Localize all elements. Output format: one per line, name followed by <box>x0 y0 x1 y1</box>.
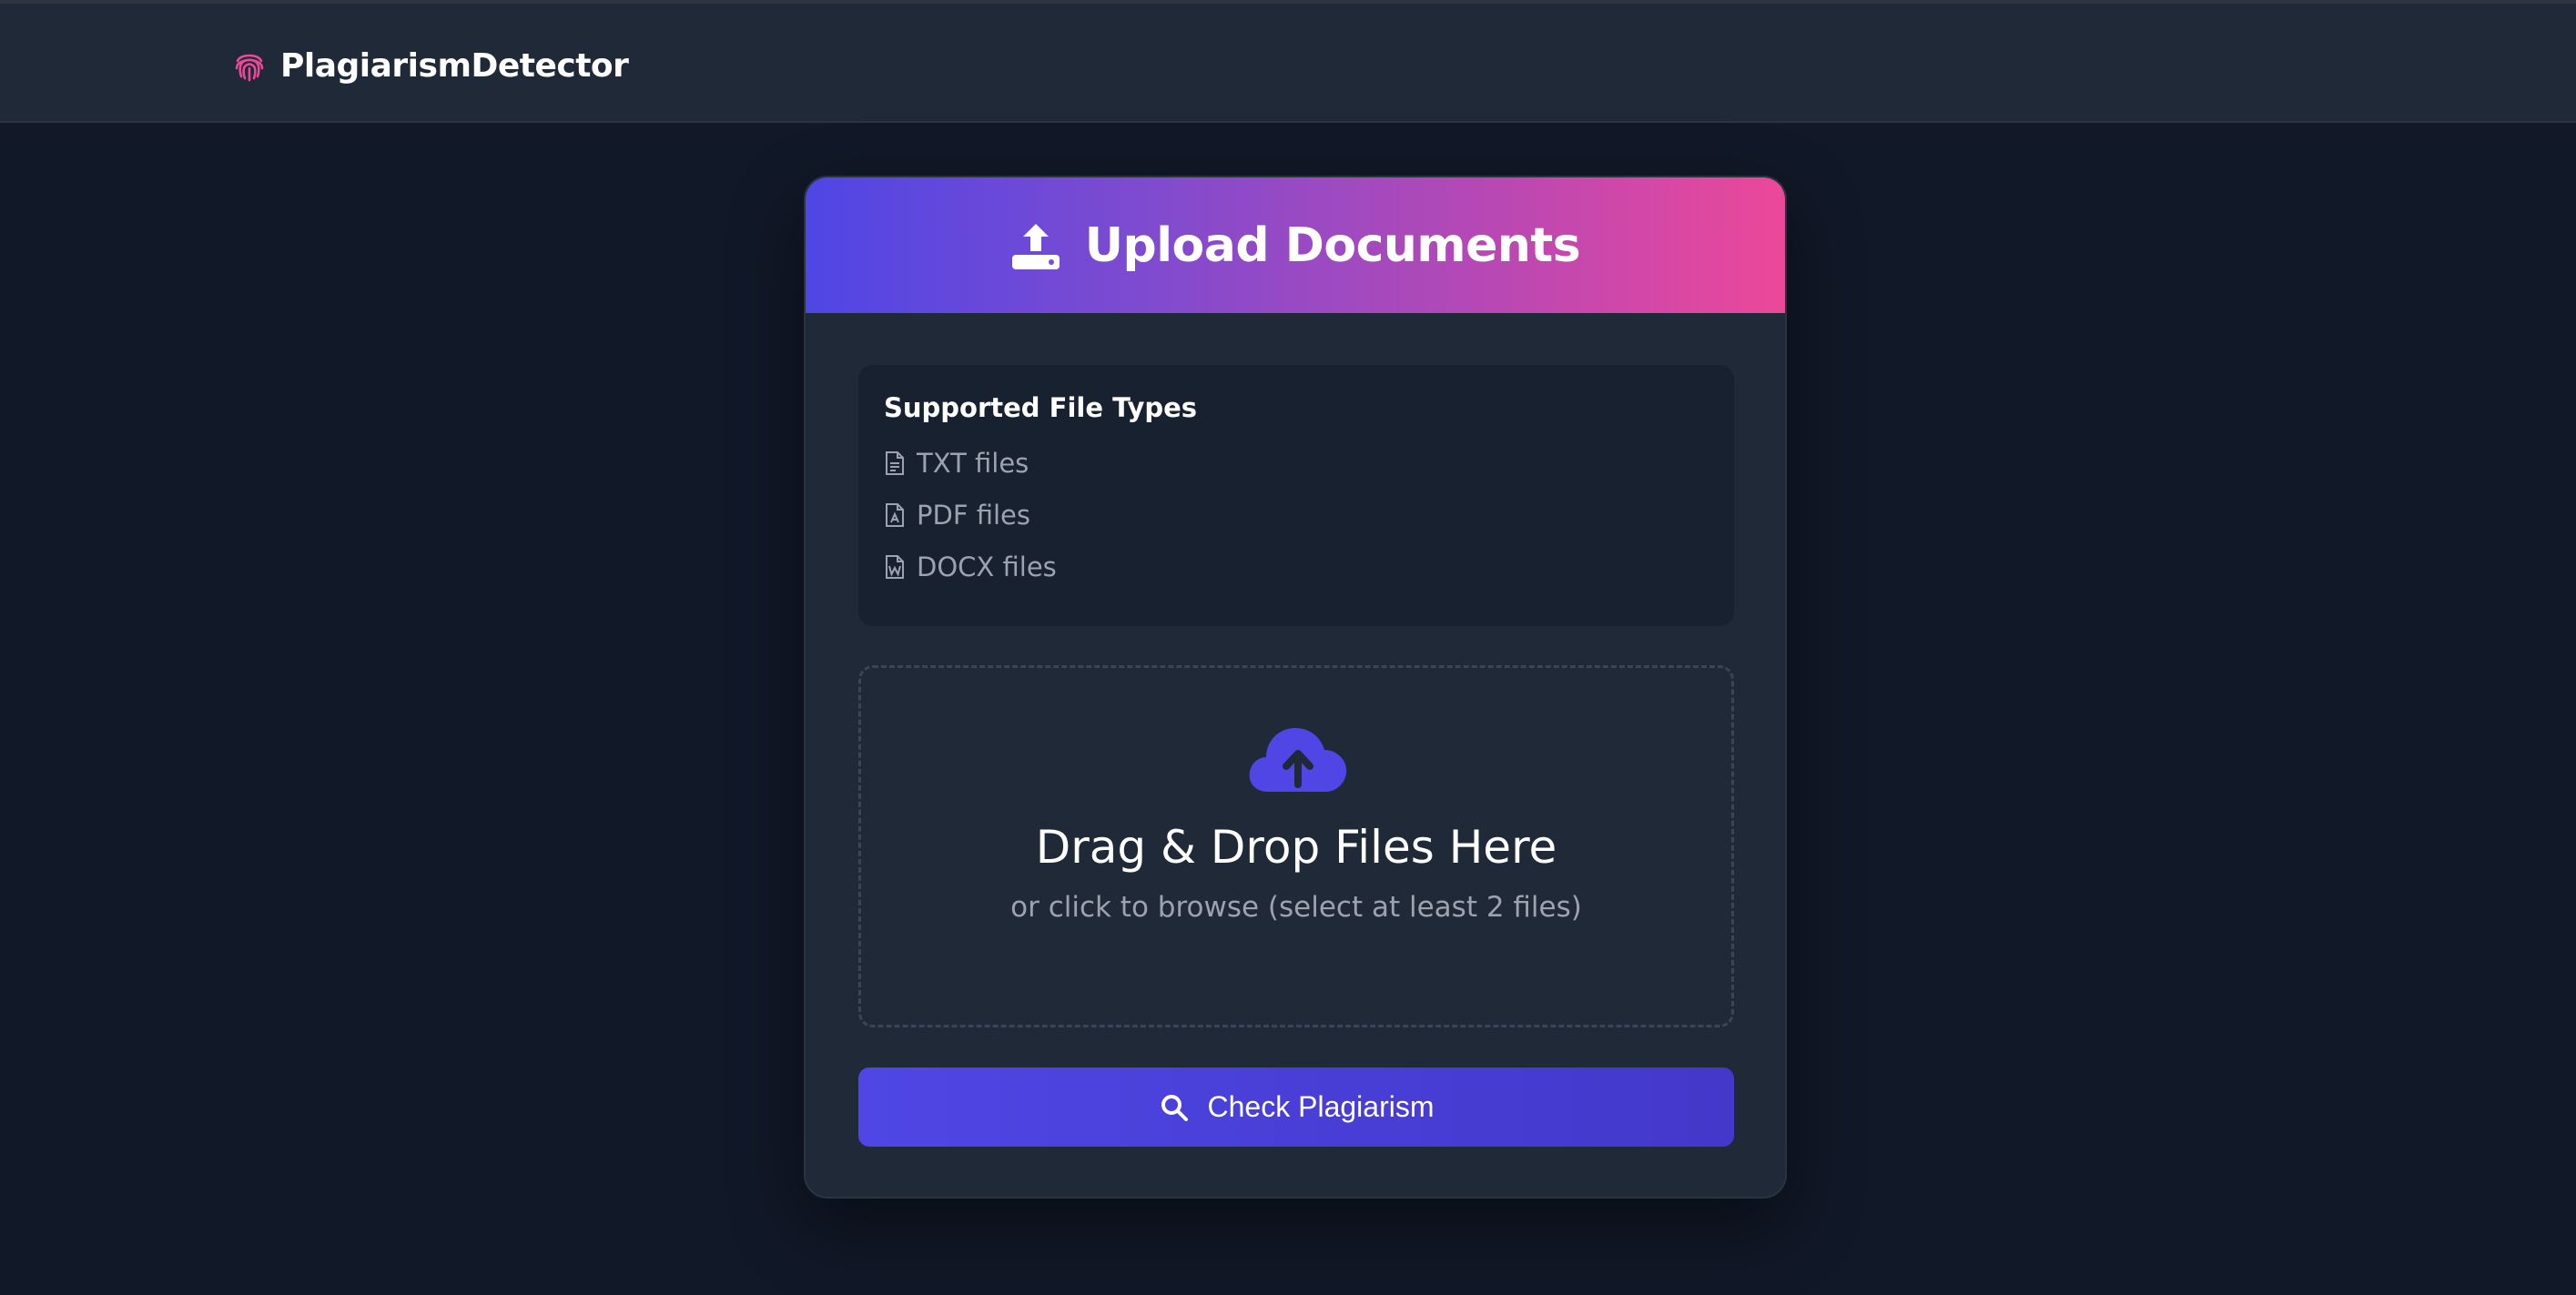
file-dropzone[interactable]: Drag & Drop Files Here or click to brows… <box>858 665 1734 1027</box>
file-type-item-pdf: PDF files <box>884 497 1030 533</box>
check-plagiarism-button[interactable]: Check Plagiarism <box>858 1067 1734 1147</box>
file-word-icon <box>884 553 906 581</box>
dropzone-title: Drag & Drop Files Here <box>1035 821 1557 874</box>
upload-icon <box>1010 220 1061 271</box>
brand-logo[interactable]: PlagiarismDetector <box>231 46 629 86</box>
card-title: Upload Documents <box>1084 218 1581 273</box>
file-type-item-txt: TXT files <box>884 445 1029 481</box>
upload-card: Upload Documents Supported File Types TX… <box>804 176 1787 1199</box>
supported-file-types-panel: Supported File Types TXT files PDF files <box>858 365 1734 626</box>
check-plagiarism-label: Check Plagiarism <box>1207 1090 1435 1123</box>
fingerprint-icon <box>231 47 268 84</box>
file-type-label: DOCX files <box>917 551 1057 582</box>
supported-types-heading: Supported File Types <box>884 392 1198 423</box>
card-header: Upload Documents <box>806 177 1785 313</box>
file-pdf-icon <box>884 501 906 529</box>
file-type-item-docx: DOCX files <box>884 549 1057 585</box>
search-icon <box>1159 1092 1190 1123</box>
dropzone-subtitle: or click to browse (select at least 2 fi… <box>1010 891 1582 924</box>
file-type-label: PDF files <box>917 500 1030 531</box>
top-navbar: PlagiarismDetector <box>0 0 2576 123</box>
file-type-label: TXT files <box>917 448 1029 479</box>
cloud-upload-icon <box>1246 721 1350 794</box>
file-text-icon <box>884 450 906 477</box>
brand-name: PlagiarismDetector <box>280 46 629 85</box>
